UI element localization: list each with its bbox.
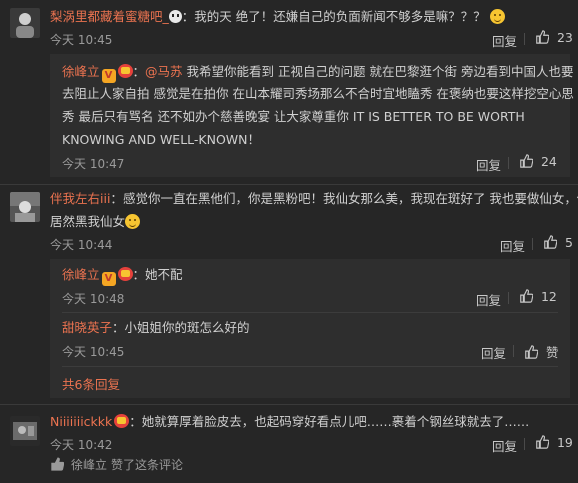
- reply-button[interactable]: 回复: [476, 290, 501, 309]
- thumbs-up-icon: [520, 289, 533, 303]
- comment-separator: ：: [181, 9, 195, 24]
- comment-text: 我的天 绝了！还嫌自己的负面新闻不够多是嘛？？？: [194, 9, 486, 24]
- reply-button[interactable]: 回复: [492, 31, 517, 50]
- reply-time: 今天 10:48: [62, 292, 125, 306]
- reply-text-line: 去阻止人家自拍 感觉是在拍你 在山本耀司秀场那么不合时宜地瞌秀 在褒纳也要这样挖…: [62, 86, 574, 101]
- avatar[interactable]: [10, 192, 40, 222]
- liked-by-user[interactable]: 徐峰立: [71, 458, 107, 472]
- avatar[interactable]: [10, 8, 40, 38]
- divider: [532, 238, 533, 250]
- divider: [513, 345, 514, 357]
- reply-text-line: KNOWING AND WELL-KNOWN！: [62, 132, 261, 147]
- thumbs-up-icon: [536, 30, 549, 44]
- divider: [508, 157, 509, 169]
- thumbs-up-icon: [520, 154, 533, 168]
- reply-time: 今天 10:45: [62, 345, 125, 359]
- comment-text: 居然黑我仙女: [50, 214, 126, 229]
- reply-text-line: 我希望你能看到 正视自己的问题 就在巴黎逛个街 旁边看到中国人也要: [186, 64, 574, 79]
- like-count: 12: [540, 289, 557, 304]
- reply-username[interactable]: 徐峰立: [62, 267, 100, 282]
- thumbs-up-icon: [544, 235, 557, 249]
- like-button[interactable]: 24: [519, 154, 557, 169]
- member-crown-icon: [114, 414, 130, 428]
- like-button[interactable]: 5: [543, 235, 573, 250]
- comment-time: 今天 10:45: [50, 33, 113, 47]
- avatar[interactable]: [10, 416, 40, 446]
- reply-time: 今天 10:47: [62, 157, 125, 171]
- thumbs-up-icon: [525, 345, 538, 359]
- member-crown-icon: [117, 267, 133, 281]
- reply-divider: [62, 366, 558, 367]
- reply-divider: [62, 312, 558, 313]
- divider: [524, 33, 525, 45]
- comment-text: 她就算厚着脸皮去，也起码穿好看点儿吧……裹着个钢丝球就去了……: [141, 414, 530, 429]
- comment-username[interactable]: 梨涡里都藏着蜜糖吧_: [50, 9, 169, 24]
- reply-text: 小姐姐你的斑怎么好的: [124, 320, 250, 335]
- comment-username[interactable]: 伴我左右iii: [50, 191, 110, 206]
- verified-badge-icon: V: [101, 69, 116, 83]
- smile-emoji-icon: [489, 9, 505, 24]
- reply-button[interactable]: 回复: [492, 436, 517, 455]
- like-button[interactable]: 赞: [524, 342, 559, 361]
- comment-time: 今天 10:44: [50, 238, 113, 252]
- reply-button[interactable]: 回复: [500, 236, 525, 255]
- like-button[interactable]: 23: [535, 30, 573, 45]
- liked-by-suffix: 赞了这条评论: [110, 458, 183, 472]
- comment-time: 今天 10:42: [50, 438, 113, 452]
- like-count: 19: [556, 435, 573, 450]
- reply-username[interactable]: 甜晓英子: [62, 320, 112, 335]
- comment-username[interactable]: Niiiiiiickkk: [50, 414, 112, 429]
- like-count: 23: [556, 30, 573, 45]
- reply-username[interactable]: 徐峰立: [62, 64, 100, 79]
- like-button[interactable]: 19: [535, 435, 573, 450]
- reply-text: 她不配: [145, 267, 183, 282]
- more-replies-link[interactable]: 共6条回复: [62, 374, 120, 393]
- member-crown-icon: [117, 64, 133, 78]
- like-label: 赞: [545, 345, 559, 360]
- like-count: 5: [564, 235, 573, 250]
- divider: [524, 438, 525, 450]
- shy-emoji-icon: [125, 214, 141, 229]
- comment-divider: [0, 404, 578, 405]
- like-button[interactable]: 12: [519, 289, 557, 304]
- thumbs-up-icon: [536, 435, 549, 449]
- divider: [508, 292, 509, 304]
- verified-badge-icon: V: [101, 272, 116, 286]
- comment-text: 感觉你一直在黑他们，你是黑粉吧！我仙女那么美，我现在斑好了 我也要做仙女，你: [122, 191, 578, 206]
- reply-button[interactable]: 回复: [481, 343, 506, 362]
- reply-button[interactable]: 回复: [476, 155, 501, 174]
- comment-divider: [0, 184, 578, 185]
- thumbs-up-icon: [51, 457, 64, 471]
- reply-text-line: 秀 最后只有骂名 还不如办个慈善晚宴 让大家尊重你 IT IS BETTER T…: [62, 109, 525, 124]
- like-count: 24: [540, 154, 557, 169]
- ghost-emoji-icon: [168, 10, 182, 23]
- mention-link[interactable]: @马苏: [145, 64, 183, 79]
